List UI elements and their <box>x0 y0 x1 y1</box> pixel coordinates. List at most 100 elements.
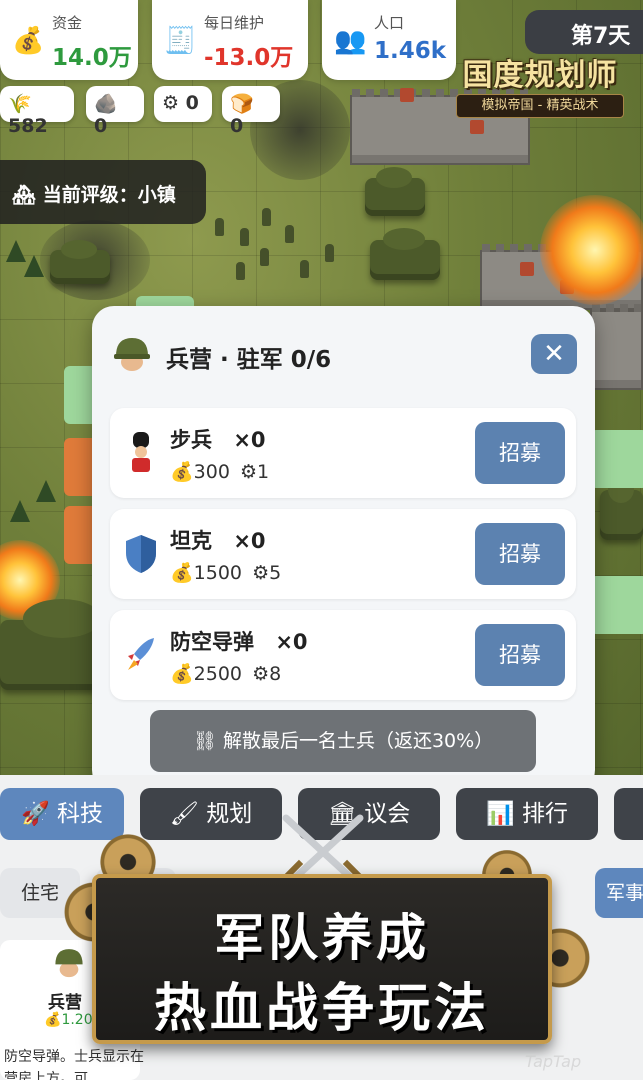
brush-icon: 🖌 <box>169 801 199 827</box>
tree-icon <box>36 480 56 502</box>
soldier-unit <box>215 218 224 236</box>
disband-label: 解散最后一名士兵（返还30%） <box>222 730 494 752</box>
unit-name: 防空导弹 ×0 <box>170 626 308 656</box>
banner-line-1: 军队养成 <box>214 909 430 967</box>
soldier-unit <box>285 225 294 243</box>
resource-value: 0 <box>230 115 244 137</box>
cost-value: 300 <box>193 461 230 483</box>
watermark: TapTap <box>525 1052 582 1071</box>
tab-label: 科技 <box>56 801 103 827</box>
cost-value: 1500 <box>193 562 243 584</box>
bar-chart-icon: 📊 <box>486 801 515 827</box>
unit-name-text: 坦克 <box>170 529 212 553</box>
maintenance-label: 每日维护 <box>204 14 265 32</box>
unit-row-anti-air: 防空导弹 ×0 💰2500 ⚙8 招募 <box>110 610 576 700</box>
promo-banner: 军队养成 热血战争玩法 <box>92 874 552 1044</box>
day-label: 第7天 <box>571 24 631 49</box>
unit-row-tank: 坦克 ×0 💰1500 ⚙5 招募 <box>110 509 576 599</box>
map-tile[interactable] <box>590 576 643 634</box>
map-tile[interactable] <box>590 430 643 488</box>
gear-icon: ⚙ <box>162 92 180 114</box>
tab-label: 规划 <box>206 801 253 827</box>
tab-ranking[interactable]: 📊 排行 <box>456 788 598 840</box>
unit-row-infantry: 步兵 ×0 💰300 ⚙1 招募 <box>110 408 576 498</box>
castle-roof <box>470 120 484 134</box>
money-bag-icon: 💰 <box>170 663 194 685</box>
soldier-unit <box>236 262 245 280</box>
unit-cost: 💰300 ⚙1 <box>170 460 269 483</box>
disband-button[interactable]: ⛓ 解散最后一名士兵（返还30%） <box>150 710 536 772</box>
receipt-icon: 🧾 <box>164 26 197 56</box>
helmet-icon <box>114 338 150 371</box>
resource-value: 0 <box>94 115 108 137</box>
population-card: 👥 人口 1.46k <box>322 0 456 80</box>
unit-cost: 💰2500 ⚙8 <box>170 662 281 685</box>
recruit-button[interactable]: 招募 <box>475 624 565 686</box>
subtab-military[interactable]: 军事 <box>595 868 643 918</box>
soldier-unit <box>240 228 249 246</box>
tank-unit <box>600 475 643 540</box>
maintenance-value: -13.0万 <box>204 45 294 71</box>
tab-label: 排行 <box>521 801 568 827</box>
funds-card: 💰 资金 14.0万 <box>0 0 138 80</box>
unit-count: ×0 <box>275 630 308 654</box>
resource-stone: 🪨 0 <box>86 86 144 137</box>
chain-icon: ⛓ <box>192 730 217 752</box>
barracks-panel: 兵营 · 驻军 0/6 ✕ 步兵 ×0 💰300 ⚙1 招募 坦克 ×0 💰15… <box>92 306 595 792</box>
infantry-icon <box>132 432 150 472</box>
money-bag-icon: 💰 <box>170 461 194 483</box>
city-rating[interactable]: 🏘 当前评级：小镇 <box>0 160 206 224</box>
tab-label: 议会 <box>364 801 411 827</box>
gear-value: 8 <box>269 663 282 685</box>
soldier-unit <box>260 248 269 266</box>
unit-name-text: 防空导弹 <box>170 630 254 654</box>
money-bag-icon: 💰 <box>12 26 45 56</box>
tab-planning[interactable]: 🖌 规划 <box>140 788 282 840</box>
recruit-button[interactable]: 招募 <box>475 523 565 585</box>
tab-more[interactable] <box>614 788 643 840</box>
resource-gear: ⚙ 0 <box>154 86 212 122</box>
gear-icon: ⚙ <box>252 562 270 584</box>
game-logo: 国度规划师 模拟帝国 - 精英战术 <box>440 50 640 122</box>
bread-icon: 🍞 <box>230 93 254 115</box>
maintenance-card: 🧾 每日维护 -13.0万 <box>152 0 308 80</box>
building-name: 兵营 <box>48 993 82 1013</box>
logo-subtitle: 模拟帝国 - 精英战术 <box>456 94 624 118</box>
city-icon: 🏘 <box>12 184 37 206</box>
wheat-icon: 🌾 <box>8 93 32 115</box>
recruit-button[interactable]: 招募 <box>475 422 565 484</box>
population-value: 1.46k <box>374 38 447 64</box>
tank-unit <box>50 239 110 284</box>
panel-title: 兵营 · 驻军 0/6 <box>166 347 332 373</box>
tree-icon <box>6 240 26 262</box>
building-cost: 💰1.20 <box>44 1012 93 1028</box>
gear-icon: ⚙ <box>239 461 258 483</box>
close-button[interactable]: ✕ <box>531 334 577 374</box>
soldier-unit <box>262 208 271 226</box>
people-icon: 👥 <box>334 26 367 56</box>
money-bag-icon: 💰 <box>170 562 194 584</box>
soldier-unit <box>300 260 309 278</box>
funds-value: 14.0万 <box>52 45 132 71</box>
cost-value: 2500 <box>193 663 243 685</box>
unit-name: 步兵 ×0 <box>170 424 266 454</box>
tank-unit <box>370 228 440 280</box>
resource-bread: 🍞 0 <box>222 86 280 137</box>
resource-value: 0 <box>185 92 199 114</box>
explosion-effect <box>540 195 643 305</box>
unit-name: 坦克 ×0 <box>170 525 266 555</box>
rocket-icon: 🚀 <box>21 801 50 827</box>
day-counter: 第7天 <box>525 10 643 54</box>
gear-icon: ⚙ <box>252 663 270 685</box>
gear-value: 5 <box>269 562 282 584</box>
logo-title: 国度规划师 <box>462 58 618 93</box>
money-bag-icon: 💰 <box>44 1012 62 1028</box>
soldier-unit <box>325 244 334 262</box>
rocket-icon <box>128 638 154 670</box>
unit-cost: 💰1500 ⚙5 <box>170 561 281 584</box>
castle-roof <box>400 88 414 102</box>
building-cost-value: 1.20 <box>61 1012 93 1028</box>
tab-tech[interactable]: 🚀 科技 <box>0 788 124 840</box>
unit-count: ×0 <box>233 529 266 553</box>
banner-line-2: 热血战争玩法 <box>153 979 490 1039</box>
